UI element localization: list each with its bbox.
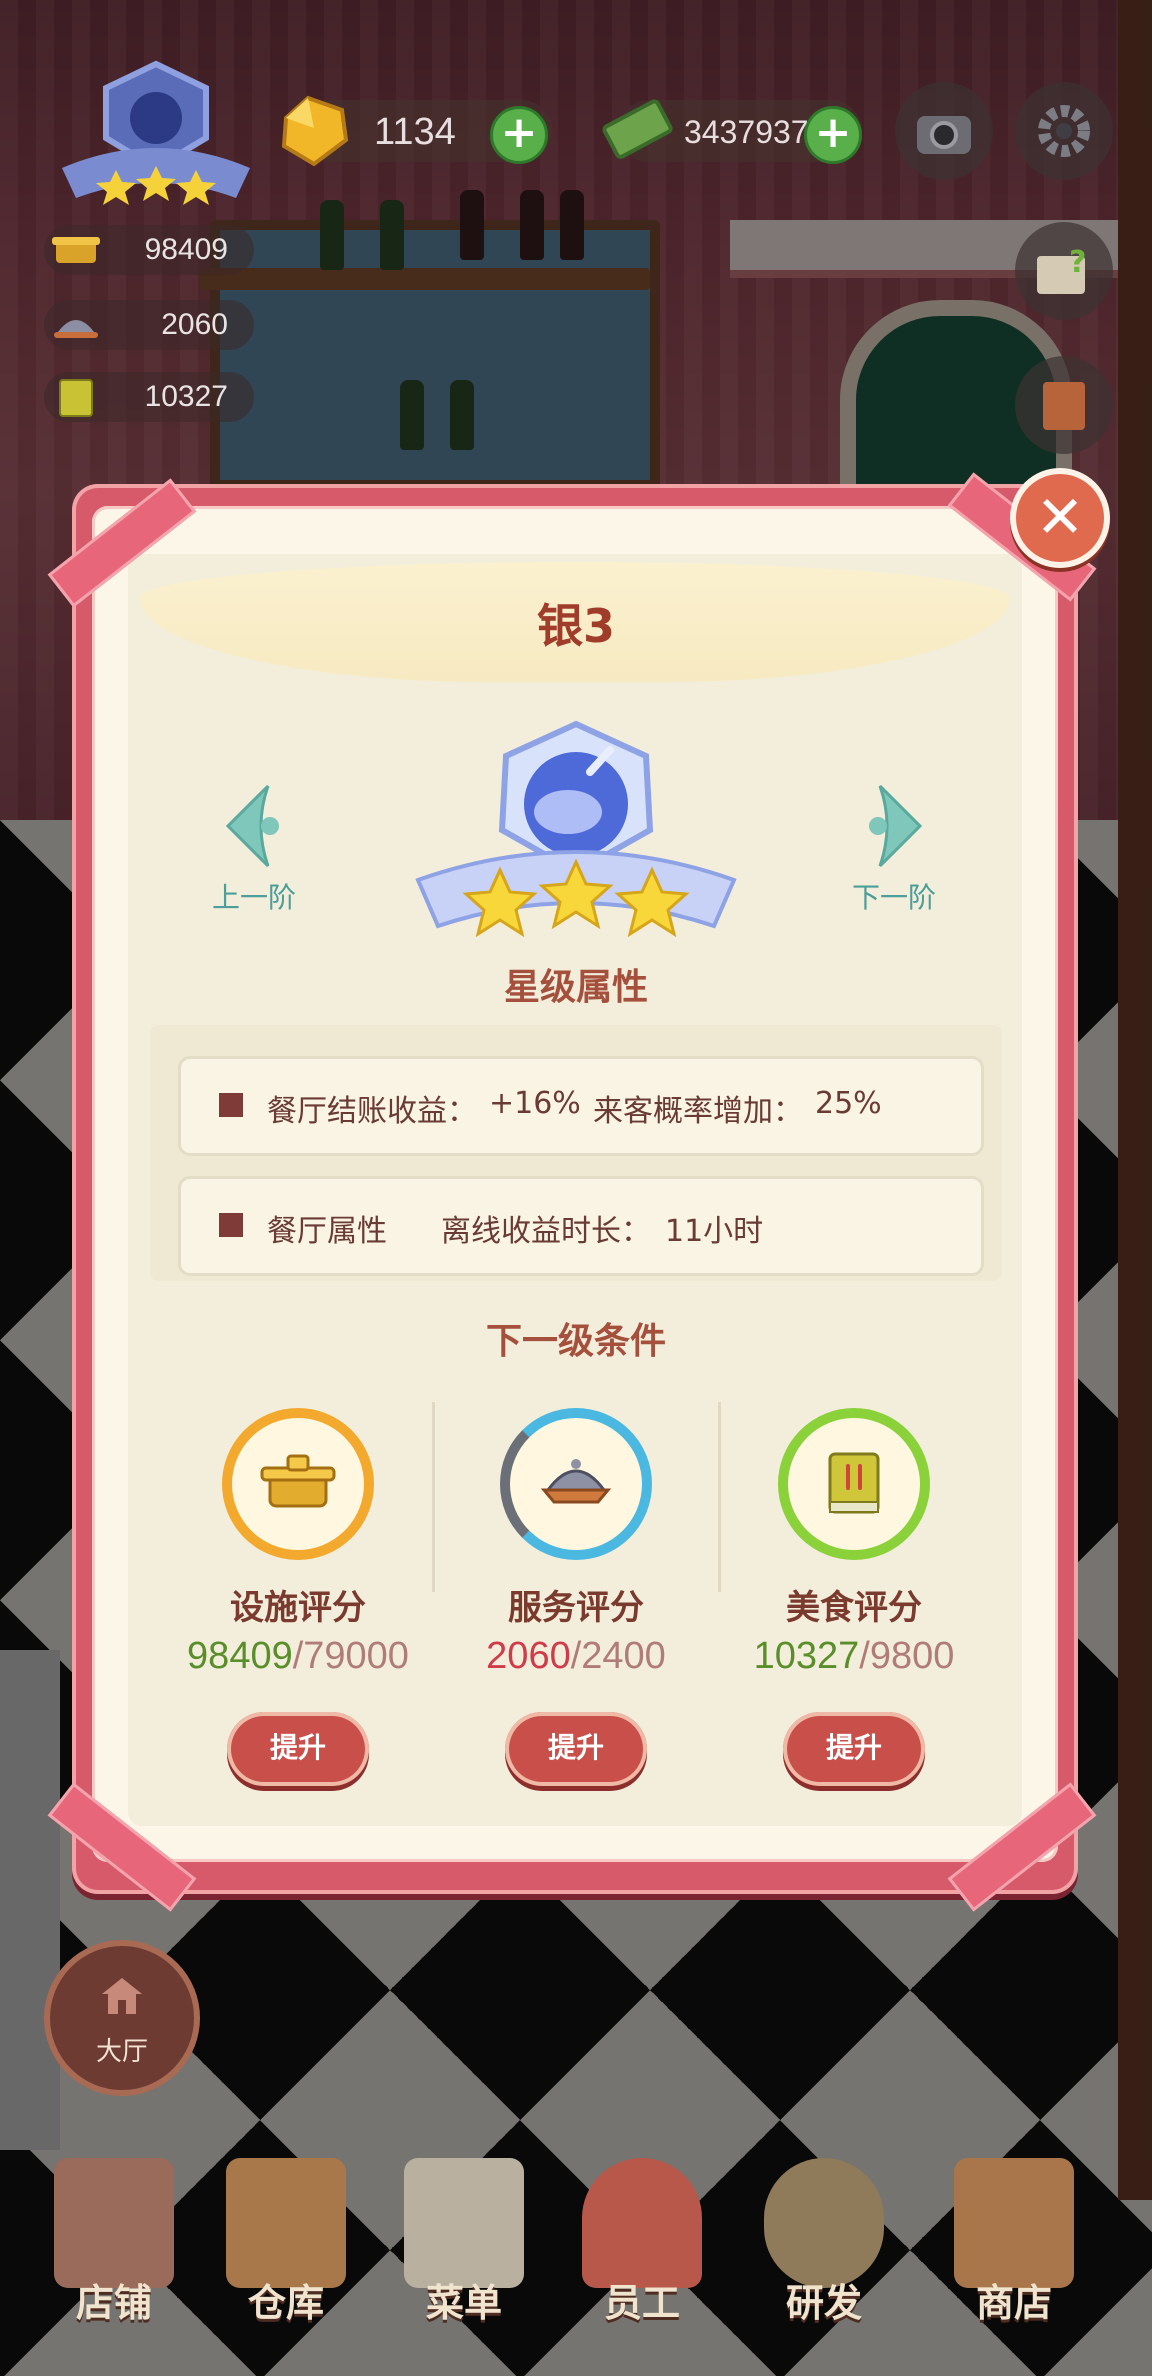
recipe-book-button[interactable] (1015, 356, 1113, 454)
camera-button[interactable] (895, 82, 993, 180)
food-requirement: 美食评分 10327/9800 提升 (734, 1408, 974, 1786)
nav-research[interactable]: 研发 (744, 2150, 904, 2370)
service-score-value: 2060 (161, 308, 228, 341)
prev-rank-button[interactable]: 上一阶 (194, 780, 314, 916)
add-cash-button[interactable]: + (804, 106, 862, 164)
food-score-progress: 10327/9800 (753, 1635, 955, 1677)
facility-requirement: 设施评分 98409/79000 提升 (178, 1408, 418, 1786)
gear-icon (1038, 105, 1090, 157)
cooking-pot-icon (764, 2158, 884, 2288)
cash-count: 3437937 (684, 114, 809, 150)
prev-rank-label: 上一阶 (211, 881, 296, 914)
help-book-icon: ? (1037, 245, 1086, 294)
recipe-book-icon (828, 1452, 880, 1514)
help-book-button[interactable]: ? (1015, 222, 1113, 320)
close-button[interactable]: ✕ (1010, 468, 1110, 568)
book-icon (1043, 382, 1085, 430)
rank-title: 银3 (536, 599, 615, 653)
settings-button[interactable] (1015, 82, 1113, 180)
star-attributes-title: 星级属性 (503, 967, 648, 1008)
pot-icon (52, 237, 100, 263)
storefront-icon (54, 2158, 174, 2288)
next-level-title: 下一级条件 (485, 1321, 666, 1362)
food-score-stat: 10327 (44, 372, 254, 422)
market-stall-icon (954, 2158, 1074, 2288)
arrow-right-icon (869, 784, 923, 868)
service-score-label: 服务评分 (508, 1588, 644, 1628)
next-rank-button[interactable]: 下一阶 (834, 780, 954, 916)
cloche-icon (54, 320, 98, 338)
gem-icon (281, 95, 349, 167)
arrow-left-icon (225, 784, 279, 868)
food-progress-ring (778, 1408, 930, 1560)
bullet-icon (219, 1093, 243, 1117)
nav-store[interactable]: 商店 (934, 2150, 1094, 2370)
service-progress-ring (500, 1408, 652, 1560)
next-rank-label: 下一阶 (851, 881, 936, 914)
upgrade-facility-button[interactable]: 提升 (227, 1712, 369, 1786)
upgrade-service-button[interactable]: 提升 (505, 1712, 647, 1786)
clipboard-icon (404, 2158, 524, 2288)
facility-score-progress: 98409/79000 (187, 1635, 409, 1677)
bottom-nav: 店铺 仓库 菜单 员工 研发 商店 (0, 2150, 1152, 2376)
upgrade-food-button[interactable]: 提升 (783, 1712, 925, 1786)
chef-icon (582, 2158, 702, 2288)
food-score-value: 10327 (144, 380, 228, 413)
facility-score-value: 98409 (144, 233, 228, 266)
service-requirement: 服务评分 2060/2400 提升 (456, 1408, 696, 1786)
gem-count: 1134 (374, 111, 456, 153)
boxes-icon (226, 2158, 346, 2288)
cloche-icon (540, 1459, 612, 1504)
recipe-book-icon (59, 379, 93, 417)
house-icon (102, 1978, 142, 2014)
hall-label: 大厅 (95, 2037, 148, 2067)
service-score-stat: 2060 (44, 300, 254, 350)
facility-score-label: 设施评分 (230, 1588, 366, 1628)
facility-score-stat: 98409 (44, 225, 254, 275)
bullet-icon (219, 1213, 243, 1237)
nav-menu[interactable]: 菜单 (384, 2150, 544, 2370)
close-icon: ✕ (1035, 483, 1085, 551)
camera-icon (917, 116, 971, 154)
nav-warehouse[interactable]: 仓库 (206, 2150, 366, 2370)
pot-icon (260, 1454, 336, 1508)
svg-text:?: ? (1069, 245, 1086, 280)
nav-staff[interactable]: 员工 (562, 2150, 722, 2370)
rank-badge-icon[interactable] (56, 58, 256, 208)
facility-progress-ring (222, 1408, 374, 1560)
service-score-progress: 2060/2400 (486, 1635, 666, 1677)
silver-rank-badge-icon (415, 720, 737, 938)
hall-button[interactable]: 大厅 (44, 1940, 200, 2096)
cash-icon (602, 99, 673, 159)
attribute-row: 餐厅属性 离线收益时长： 11小时 (178, 1176, 984, 1276)
nav-shop[interactable]: 店铺 (34, 2150, 194, 2370)
add-gems-button[interactable]: + (490, 106, 548, 164)
food-score-label: 美食评分 (786, 1588, 922, 1628)
attribute-row: 餐厅结账收益： +16% 来客概率增加： 25% (178, 1056, 984, 1156)
